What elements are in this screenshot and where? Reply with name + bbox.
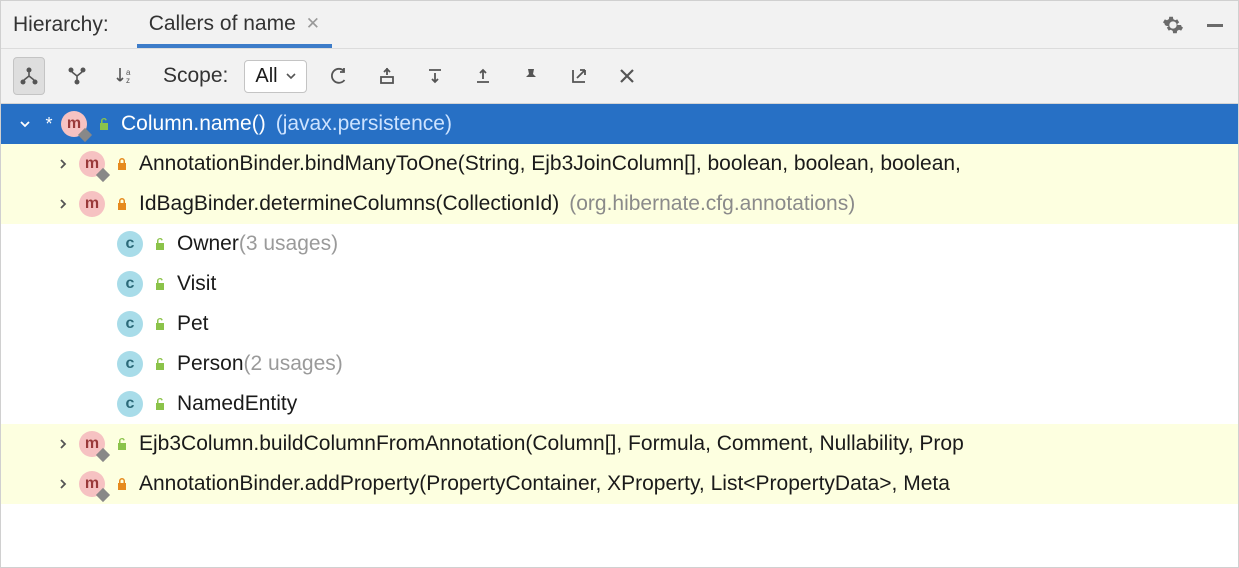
chevron-right-icon (91, 394, 111, 414)
lock-icon (113, 157, 131, 171)
class-icon: c (117, 391, 143, 417)
chevron-down-icon[interactable] (15, 114, 35, 134)
pin-button[interactable] (515, 57, 547, 95)
star-icon: * (41, 114, 57, 135)
node-label: Ejb3Column.buildColumnFromAnnotation(Col… (139, 432, 964, 456)
autoscroll-to-source-button[interactable] (371, 57, 403, 95)
method-icon: m (61, 111, 87, 137)
expand-all-button[interactable] (419, 57, 451, 95)
refresh-button[interactable] (323, 57, 355, 95)
hierarchy-tree: *mColumn.name()(javax.persistence)mAnnot… (1, 104, 1238, 504)
lock-icon (113, 197, 131, 211)
caller-hierarchy-button[interactable] (13, 57, 45, 95)
chevron-right-icon[interactable] (53, 474, 73, 494)
class-icon: c (117, 311, 143, 337)
class-icon: c (117, 351, 143, 377)
node-label: IdBagBinder.determineColumns(CollectionI… (139, 192, 559, 216)
chevron-right-icon (91, 314, 111, 334)
tab-bar: Hierarchy: Callers of name ✕ (1, 1, 1238, 49)
usages-count: (2 usages) (244, 352, 343, 376)
scope-label: Scope: (163, 64, 228, 88)
node-label: Column.name() (121, 112, 266, 136)
scope-value: All (255, 65, 277, 88)
tree-row[interactable]: c NamedEntity (1, 384, 1238, 424)
close-icon[interactable]: ✕ (306, 14, 320, 34)
tab-callers[interactable]: Callers of name ✕ (137, 2, 332, 48)
chevron-right-icon (91, 274, 111, 294)
unlock-icon (151, 397, 169, 411)
scope-dropdown[interactable]: All (244, 60, 306, 93)
method-icon: m (79, 431, 105, 457)
tree-row[interactable]: m AnnotationBinder.bindManyToOne(String, … (1, 144, 1238, 184)
minimize-icon[interactable] (1204, 14, 1226, 36)
unlock-icon (151, 277, 169, 291)
package-label: (org.hibernate.cfg.annotations) (569, 192, 855, 216)
chevron-right-icon[interactable] (53, 434, 73, 454)
unlock-icon (151, 317, 169, 331)
unlock-icon (95, 117, 113, 131)
sort-button[interactable]: az (109, 57, 141, 95)
chevron-right-icon[interactable] (53, 154, 73, 174)
node-label: NamedEntity (177, 392, 297, 416)
svg-text:z: z (126, 76, 130, 85)
node-label: Person (177, 352, 244, 376)
node-label: Pet (177, 312, 209, 336)
node-label: AnnotationBinder.bindManyToOne(String, E… (139, 152, 961, 176)
gear-icon[interactable] (1162, 14, 1184, 36)
tree-row[interactable]: c Visit (1, 264, 1238, 304)
chevron-right-icon (91, 234, 111, 254)
collapse-all-button[interactable] (467, 57, 499, 95)
usages-count: (3 usages) (239, 232, 338, 256)
node-label: Visit (177, 272, 216, 296)
package-label: (javax.persistence) (276, 112, 452, 136)
method-icon: m (79, 471, 105, 497)
class-icon: c (117, 231, 143, 257)
tree-row[interactable]: m IdBagBinder.determineColumns(Collection… (1, 184, 1238, 224)
close-button[interactable] (611, 57, 643, 95)
tree-row[interactable]: *m Column.name() (javax.persistence) (1, 104, 1238, 144)
panel-title: Hierarchy: (13, 13, 109, 37)
callee-hierarchy-button[interactable] (61, 57, 93, 95)
lock-icon (113, 477, 131, 491)
node-label: AnnotationBinder.addProperty(PropertyCon… (139, 472, 950, 496)
chevron-right-icon (91, 354, 111, 374)
tree-row[interactable]: m Ejb3Column.buildColumnFromAnnotation(Co… (1, 424, 1238, 464)
tree-row[interactable]: c Owner(3 usages) (1, 224, 1238, 264)
method-icon: m (79, 191, 105, 217)
unlock-icon (113, 437, 131, 451)
tree-row[interactable]: c Person(2 usages) (1, 344, 1238, 384)
method-icon: m (79, 151, 105, 177)
toolbar: az Scope: All (1, 49, 1238, 104)
export-button[interactable] (563, 57, 595, 95)
chevron-right-icon[interactable] (53, 194, 73, 214)
tab-label: Callers of name (149, 12, 296, 36)
class-icon: c (117, 271, 143, 297)
unlock-icon (151, 357, 169, 371)
tree-row[interactable]: m AnnotationBinder.addProperty(PropertyCo… (1, 464, 1238, 504)
tree-row[interactable]: c Pet (1, 304, 1238, 344)
unlock-icon (151, 237, 169, 251)
node-label: Owner (177, 232, 239, 256)
